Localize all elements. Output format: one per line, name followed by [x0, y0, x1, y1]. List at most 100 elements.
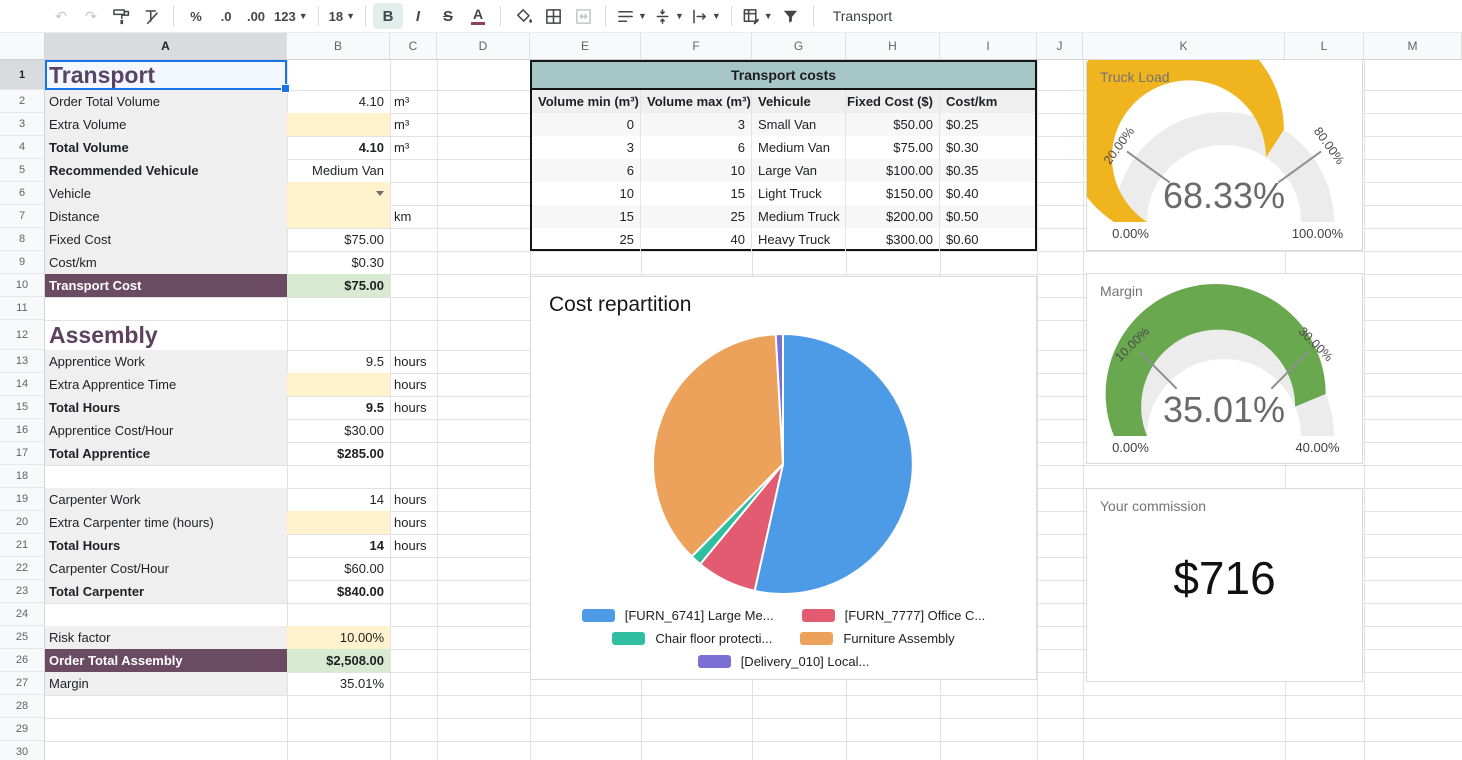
cell-B23[interactable]: $840.00 [287, 580, 390, 603]
cell-A14[interactable]: Extra Apprentice Time [45, 373, 287, 396]
percent-format-button[interactable]: % [181, 3, 211, 29]
increase-decimal-button[interactable]: .00 [241, 3, 271, 29]
row-header-12[interactable]: 12 [0, 320, 45, 350]
cell-B3[interactable] [287, 113, 390, 136]
cell-A17[interactable]: Total Apprentice [45, 442, 287, 465]
cell-C21[interactable]: hours [390, 534, 437, 557]
cell-A20[interactable]: Extra Carpenter time (hours) [45, 511, 287, 534]
filter-icon[interactable] [776, 3, 806, 29]
row-header-18[interactable]: 18 [0, 465, 45, 488]
cell-B26[interactable]: $2,508.00 [287, 649, 390, 672]
cell-B22[interactable]: $60.00 [287, 557, 390, 580]
dropdown-arrow-icon[interactable] [376, 191, 384, 196]
cell-B8[interactable]: $75.00 [287, 228, 390, 251]
cell-A15[interactable]: Total Hours [45, 396, 287, 419]
row-header-23[interactable]: 23 [0, 580, 45, 603]
legend-item[interactable]: [FURN_7777] Office C... [802, 608, 986, 623]
costs-cell[interactable]: Medium Truck [752, 205, 846, 228]
row-header-17[interactable]: 17 [0, 442, 45, 465]
row-header-27[interactable]: 27 [0, 672, 45, 695]
borders-icon[interactable] [538, 3, 568, 29]
costs-cell[interactable]: 0 [532, 113, 641, 136]
margin-gauge-card[interactable]: Margin 10.00%30.00%35.01%0.00%40.00% [1086, 273, 1363, 464]
column-header-G[interactable]: G [752, 33, 846, 60]
italic-button[interactable]: I [403, 3, 433, 29]
pie-chart-card[interactable]: Cost repartition [FURN_6741] Large Me...… [530, 276, 1037, 680]
row-header-20[interactable]: 20 [0, 511, 45, 534]
column-header-M[interactable]: M [1364, 33, 1462, 60]
row-header-11[interactable]: 11 [0, 297, 45, 320]
column-header-H[interactable]: H [846, 33, 940, 60]
cell-A13[interactable]: Apprentice Work [45, 350, 287, 373]
cell-A25[interactable]: Risk factor [45, 626, 287, 649]
column-header-C[interactable]: C [390, 33, 437, 60]
cell-A9[interactable]: Cost/km [45, 251, 287, 274]
cell-B10[interactable]: $75.00 [287, 274, 390, 297]
row-header-30[interactable]: 30 [0, 741, 45, 760]
cell-A5[interactable]: Recommended Vehicule [45, 159, 287, 182]
costs-cell[interactable]: $50.00 [846, 113, 940, 136]
font-size-selector[interactable]: 18▼ [326, 3, 358, 29]
cell-B17[interactable]: $285.00 [287, 442, 390, 465]
cell-A4[interactable]: Total Volume [45, 136, 287, 159]
cell-B6[interactable] [287, 182, 390, 205]
cell-A23[interactable]: Total Carpenter [45, 580, 287, 603]
cell-B14[interactable] [287, 373, 390, 396]
redo-icon[interactable]: ↷ [76, 3, 106, 29]
row-header-1[interactable]: 1 [0, 60, 45, 90]
cell-B4[interactable]: 4.10 [287, 136, 390, 159]
cell-B7[interactable] [287, 205, 390, 228]
cell-B15[interactable]: 9.5 [287, 396, 390, 419]
cell-A12[interactable]: Assembly [45, 320, 287, 350]
row-header-24[interactable]: 24 [0, 603, 45, 626]
undo-icon[interactable]: ↶ [46, 3, 76, 29]
column-header-B[interactable]: B [287, 33, 390, 60]
costs-cell[interactable]: $0.60 [940, 228, 1035, 251]
row-header-28[interactable]: 28 [0, 695, 45, 718]
vertical-align-button[interactable]: ▼ [650, 3, 687, 29]
strikethrough-button[interactable]: S [433, 3, 463, 29]
column-header-K[interactable]: K [1083, 33, 1285, 60]
paint-format-icon[interactable] [106, 3, 136, 29]
costs-cell[interactable]: Small Van [752, 113, 846, 136]
cell-C2[interactable]: m³ [390, 90, 437, 113]
cell-A7[interactable]: Distance [45, 205, 287, 228]
merge-cells-icon[interactable] [568, 3, 598, 29]
column-header-D[interactable]: D [437, 33, 530, 60]
cell-A2[interactable]: Order Total Volume [45, 90, 287, 113]
truck-load-gauge-card[interactable]: Truck Load 20.00%80.00%68.33%0.00%100.00… [1086, 59, 1363, 251]
row-header-21[interactable]: 21 [0, 534, 45, 557]
costs-cell[interactable]: Medium Van [752, 136, 846, 159]
commission-scorecard[interactable]: Your commission $716 [1086, 488, 1363, 682]
legend-item[interactable]: Chair floor protecti... [612, 631, 772, 646]
costs-cell[interactable]: Large Van [752, 159, 846, 182]
cell-B21[interactable]: 14 [287, 534, 390, 557]
costs-cell[interactable]: $0.50 [940, 205, 1035, 228]
fill-color-icon[interactable] [508, 3, 538, 29]
row-header-25[interactable]: 25 [0, 626, 45, 649]
cell-A19[interactable]: Carpenter Work [45, 488, 287, 511]
row-header-22[interactable]: 22 [0, 557, 45, 580]
costs-cell[interactable]: $150.00 [846, 182, 940, 205]
costs-cell[interactable]: $0.35 [940, 159, 1035, 182]
costs-header-cell[interactable]: Fixed Cost ($) [846, 90, 940, 113]
cell-C19[interactable]: hours [390, 488, 437, 511]
text-color-button[interactable]: A [463, 3, 493, 29]
costs-cell[interactable]: 40 [641, 228, 752, 251]
cell-A10[interactable]: Transport Cost [45, 274, 287, 297]
cell-A16[interactable]: Apprentice Cost/Hour [45, 419, 287, 442]
cell-C15[interactable]: hours [390, 396, 437, 419]
horizontal-align-button[interactable]: ▼ [613, 3, 650, 29]
cell-A26[interactable]: Order Total Assembly [45, 649, 287, 672]
costs-cell[interactable]: 15 [641, 182, 752, 205]
costs-header-cell[interactable]: Volume max (m³) [641, 90, 752, 113]
row-header-7[interactable]: 7 [0, 205, 45, 228]
cell-C3[interactable]: m³ [390, 113, 437, 136]
decrease-decimal-button[interactable]: .0 [211, 3, 241, 29]
row-header-3[interactable]: 3 [0, 113, 45, 136]
selection-box[interactable] [45, 60, 287, 90]
row-header-16[interactable]: 16 [0, 419, 45, 442]
row-header-4[interactable]: 4 [0, 136, 45, 159]
cell-B9[interactable]: $0.30 [287, 251, 390, 274]
legend-item[interactable]: Furniture Assembly [800, 631, 954, 646]
